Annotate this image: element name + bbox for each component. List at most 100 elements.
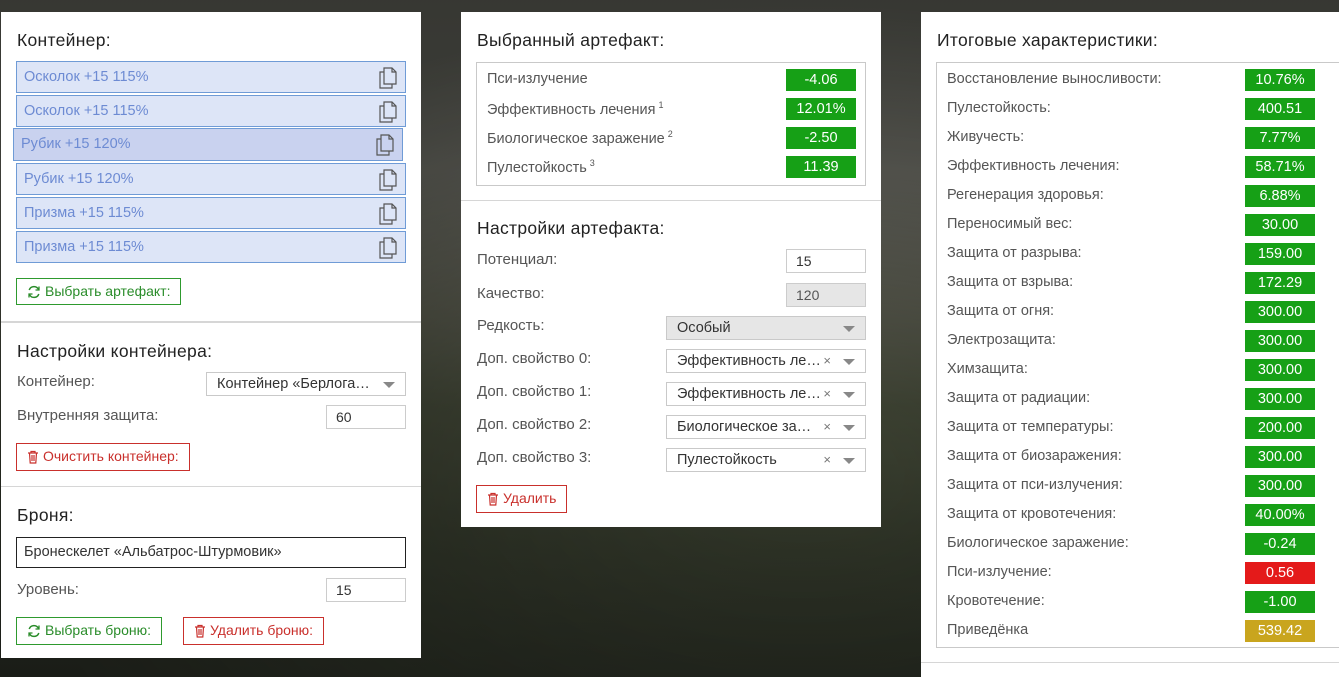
clear-icon[interactable]: × [823, 350, 831, 372]
total-stat-value: 400.51 [1245, 98, 1315, 120]
slot-label: Призма +15 115% [24, 205, 144, 221]
stat-value: 11.39 [786, 156, 856, 178]
total-stat-name: Защита от биозаражения: [947, 448, 1122, 464]
copy-icon[interactable] [379, 101, 397, 123]
delete-armor-label: Удалить броню: [210, 622, 314, 638]
totals-title: Итоговые характеристики: [937, 30, 1159, 50]
extra-prop-select-2[interactable]: Биологическое за… × [666, 415, 866, 439]
delete-artifact-button[interactable]: Удалить [476, 485, 568, 513]
total-stat-name: Биологическое заражение: [947, 535, 1129, 551]
inner-protection-label: Внутренняя защита: [17, 407, 159, 424]
copy-icon[interactable] [379, 169, 397, 191]
selected-artifact-stats: Пси-излучение -4.06 Эффективность лечени… [476, 62, 866, 186]
total-stat-name: Защита от радиации: [947, 390, 1091, 406]
armor-section: Броня: Бронескелет «Альбатрос-Штурмовик»… [1, 486, 421, 658]
total-stat-name: Эффективность лечения: [947, 158, 1120, 174]
copy-icon[interactable] [376, 134, 394, 156]
total-stat-value: 300.00 [1245, 301, 1315, 323]
select-artifact-button[interactable]: Выбрать артефакт: [16, 278, 182, 305]
armor-title: Броня: [17, 505, 74, 525]
total-stat-value: 300.00 [1245, 388, 1315, 410]
container-label: Контейнер: [17, 373, 95, 390]
quality-label: Качество: [477, 285, 545, 302]
container-slot[interactable]: Осколок +15 115% [16, 95, 406, 127]
clear-icon[interactable]: × [823, 383, 831, 405]
extra-prop-value: Эффективность ле… [677, 353, 821, 369]
total-stat-value: 30.00 [1245, 214, 1315, 236]
inner-protection-input[interactable]: 60 [326, 405, 406, 429]
total-stat-name: Защита от огня: [947, 303, 1055, 319]
clear-container-button[interactable]: Очистить контейнер: [16, 443, 190, 471]
right-panel: Итоговые характеристики: Восстановление … [921, 12, 1339, 677]
total-stat-name: Пси-излучение: [947, 564, 1052, 580]
artifact-settings-section: Настройки артефакта: Потенциал: 15 Качес… [461, 200, 881, 527]
trash-icon [488, 492, 498, 506]
extra-prop-select-0[interactable]: Эффективность ле… × [666, 349, 866, 373]
selected-artifact-title: Выбранный артефакт: [477, 30, 665, 50]
extra-prop-select-1[interactable]: Эффективность ле… × [666, 382, 866, 406]
total-stat-value: 7.77% [1245, 127, 1315, 149]
total-stat-value: 300.00 [1245, 475, 1315, 497]
container-section: Контейнер: Осколок +15 115% Осколок +15 … [1, 12, 421, 322]
totals-divider [921, 662, 1339, 663]
chevron-down-icon [843, 326, 855, 332]
copy-icon[interactable] [379, 203, 397, 225]
clear-icon[interactable]: × [823, 449, 831, 471]
total-stat-value: -0.24 [1245, 533, 1315, 555]
total-stat-name: Живучесть: [947, 129, 1025, 145]
slot-label: Рубик +15 120% [21, 136, 131, 152]
container-select[interactable]: Контейнер «Берлога… [206, 372, 406, 396]
container-slot[interactable]: Призма +15 115% [16, 231, 406, 263]
extra-prop-label: Доп. свойство 1: [477, 383, 592, 400]
armor-level-input[interactable]: 15 [326, 578, 406, 602]
delete-armor-button[interactable]: Удалить броню: [183, 617, 325, 645]
container-slot-dragging[interactable]: Рубик +15 120% [13, 128, 403, 161]
stat-name: Эффективность лечения 1 [487, 100, 664, 118]
total-stat-value: 300.00 [1245, 359, 1315, 381]
total-stat-name: Защита от взрыва: [947, 274, 1074, 290]
total-stat-name: Пулестойкость: [947, 100, 1051, 116]
total-stat-value: 10.76% [1245, 69, 1315, 91]
total-stat-name: Восстановление выносливости: [947, 71, 1162, 87]
extra-prop-value: Эффективность ле… [677, 386, 821, 402]
rarity-value: Особый [677, 320, 731, 336]
total-stat-name: Защита от кровотечения: [947, 506, 1117, 522]
extra-prop-value: Биологическое за… [677, 419, 812, 435]
clear-icon[interactable]: × [823, 416, 831, 438]
container-settings-title: Настройки контейнера: [17, 341, 213, 361]
total-stat-name: Защита от пси-излучения: [947, 477, 1123, 493]
potential-label: Потенциал: [477, 251, 558, 268]
extra-prop-value: Пулестойкость [677, 452, 777, 468]
container-slot[interactable]: Призма +15 115% [16, 197, 406, 229]
clear-container-label: Очистить контейнер: [43, 448, 179, 464]
left-panel: Контейнер: Осколок +15 115% Осколок +15 … [1, 12, 421, 658]
total-stat-value: 40.00% [1245, 504, 1315, 526]
container-slot[interactable]: Рубик +15 120% [16, 163, 406, 195]
total-stat-name: Защита от разрыва: [947, 245, 1082, 261]
armor-name-field[interactable]: Бронескелет «Альбатрос-Штурмовик» [16, 537, 406, 568]
copy-icon[interactable] [379, 237, 397, 259]
total-stat-value: 539.42 [1245, 620, 1315, 642]
select-armor-button[interactable]: Выбрать броню: [16, 617, 162, 645]
container-slot[interactable]: Осколок +15 115% [16, 61, 406, 93]
select-armor-label: Выбрать броню: [45, 622, 151, 638]
extra-prop-select-3[interactable]: Пулестойкость × [666, 448, 866, 472]
refresh-icon [28, 624, 40, 638]
chevron-down-icon [843, 359, 855, 365]
selected-artifact-section: Выбранный артефакт: Пси-излучение -4.06 … [461, 12, 881, 200]
delete-artifact-label: Удалить [503, 490, 557, 506]
trash-icon [195, 624, 205, 638]
stat-value: 12.01% [786, 98, 856, 120]
total-stat-name: Переносимый вес: [947, 216, 1073, 232]
totals-stats: Восстановление выносливости: 10.76% Пулест… [936, 62, 1339, 648]
slot-label: Осколок +15 115% [24, 69, 149, 85]
container-select-value: Контейнер «Берлога… [217, 376, 370, 392]
total-stat-value: -1.00 [1245, 591, 1315, 613]
potential-input[interactable]: 15 [786, 249, 866, 273]
extra-prop-label: Доп. свойство 0: [477, 350, 592, 367]
stat-value: -2.50 [786, 127, 856, 149]
container-title: Контейнер: [17, 30, 111, 50]
copy-icon[interactable] [379, 67, 397, 89]
rarity-select[interactable]: Особый [666, 316, 866, 340]
quality-input: 120 [786, 283, 866, 307]
